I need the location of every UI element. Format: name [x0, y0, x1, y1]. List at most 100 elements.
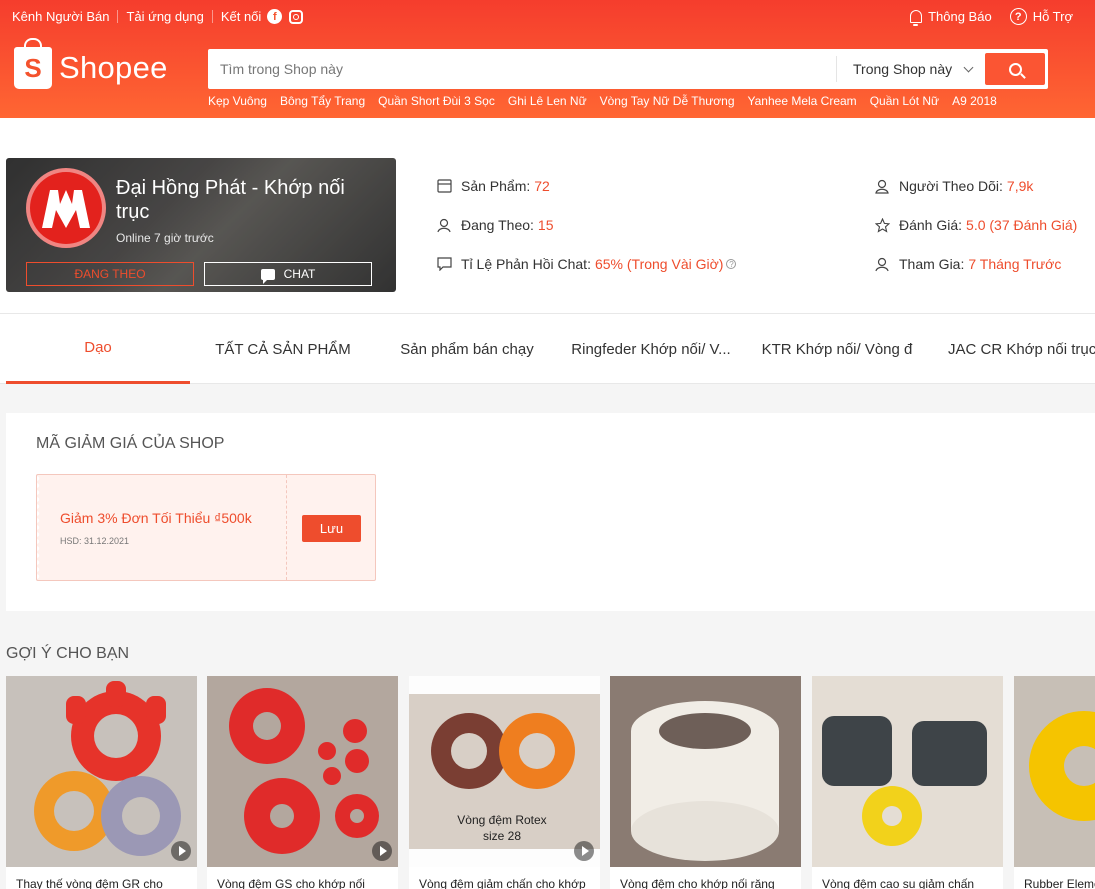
product-card[interactable]: Vòng đệm cao su giảm chấn [812, 676, 1003, 889]
stat-chat-response: Tỉ Lệ Phản Hồi Chat: 65% (Trong Vài Giờ)… [436, 256, 737, 272]
search-suggestions: Kẹp Vuông Bông Tẩy Trang Quần Short Đùi … [208, 94, 1010, 108]
tab-best-sellers[interactable]: Sản phẩm bán chạy [376, 314, 558, 384]
voucher-section-title: MÃ GIẢM GIÁ CỦA SHOP [36, 435, 225, 452]
play-video-icon[interactable] [574, 841, 594, 861]
shop-card: Đại Hồng Phát - Khớp nối trục Online 7 g… [6, 158, 396, 292]
product-name: Vòng đệm giảm chấn cho khớp [419, 877, 586, 889]
site-header: Kênh Người Bán Tải ứng dụng Kết nối f Th… [0, 0, 1095, 118]
app-download-link[interactable]: Tải ứng dụng [126, 9, 203, 24]
stat-value: 5.0 (37 Đánh Giá) [966, 217, 1078, 233]
stat-label: Đang Theo: [461, 217, 534, 233]
stat-following: Đang Theo: 15 [436, 217, 553, 233]
question-icon[interactable]: ? [726, 259, 737, 269]
tab-jac-cr[interactable]: JAC CR Khớp nối trục [930, 314, 1095, 384]
play-video-icon[interactable] [372, 841, 392, 861]
product-grid: Thay thế vòng đệm GR cho Vòng đệm GS cho… [6, 676, 1095, 889]
stat-value: 7,9k [1006, 178, 1034, 194]
help-icon: ? [1009, 8, 1027, 25]
bell-icon [910, 10, 923, 26]
search-bar: Trong Shop này [208, 49, 1048, 89]
shopee-logo[interactable]: S Shopee [14, 38, 168, 89]
shop-name: Đại Hồng Phát - Khớp nối trục [116, 177, 345, 223]
facebook-icon[interactable]: f [267, 9, 283, 24]
shop-logo-mark [42, 190, 90, 228]
search-scope-label: Trong Shop này [853, 61, 953, 77]
product-card[interactable]: Vòng đệm GS cho khớp nối [207, 676, 398, 889]
product-card[interactable]: Rubber Element [1014, 676, 1095, 889]
voucher-divider [286, 475, 287, 580]
product-image [610, 676, 801, 867]
stat-value: 7 Tháng Trước [968, 256, 1062, 272]
notifications-button[interactable]: Thông Báo [910, 9, 992, 26]
suggestion-link[interactable]: Vòng Tay Nữ Dễ Thương [600, 94, 735, 108]
product-image [812, 676, 1003, 867]
voucher-expiry: HSD: 31.12.2021 [60, 536, 130, 546]
suggestion-link[interactable]: Bông Tẩy Trang [280, 94, 365, 108]
tab-ktr[interactable]: KTR Khớp nối/ Vòng đ [744, 314, 930, 384]
chat-bubble-icon [436, 256, 452, 272]
suggestion-link[interactable]: Quần Lót Nữ [870, 94, 939, 108]
help-button[interactable]: ? Hỗ Trợ [1009, 8, 1073, 25]
notifications-label: Thông Báo [928, 9, 992, 24]
suggestion-link[interactable]: Yanhee Mela Cream [748, 94, 857, 108]
search-input[interactable] [220, 49, 820, 89]
product-name: Thay thế vòng đệm GR cho [16, 877, 163, 889]
search-button[interactable] [985, 53, 1045, 85]
instagram-icon[interactable] [289, 9, 304, 24]
logo-text: Shopee [59, 50, 168, 85]
star-icon [874, 217, 890, 233]
chat-icon [260, 268, 275, 284]
suggestion-link[interactable]: A9 2018 [952, 94, 997, 108]
product-image [207, 676, 398, 867]
shop-avatar[interactable] [26, 168, 106, 248]
stat-label: Tỉ Lệ Phản Hồi Chat: [461, 256, 591, 272]
product-name: Vòng đệm cao su giảm chấn [822, 877, 975, 889]
divider [117, 10, 119, 23]
stat-followers: Người Theo Dõi: 7,9k [874, 178, 1033, 194]
product-card[interactable]: Vòng đệm cho khớp nối răng [610, 676, 801, 889]
suggestion-link[interactable]: Kẹp Vuông [208, 94, 267, 108]
search-icon [1008, 62, 1022, 76]
store-icon [436, 178, 452, 194]
user-icon [436, 217, 452, 233]
stat-rating: Đánh Giá: 5.0 (37 Đánh Giá) [874, 217, 1077, 233]
product-image-caption: Vòng đệm Rotex size 28 [457, 813, 547, 843]
stat-label: Đánh Giá: [899, 217, 963, 233]
stat-joined: Tham Gia: 7 Tháng Trước [874, 256, 1061, 272]
user-icon [874, 256, 890, 272]
top-navbar-left: Kênh Người Bán Tải ứng dụng Kết nối f [12, 9, 304, 24]
product-card[interactable]: Vòng đệm Rotex size 28 Vòng đệm giảm chấn… [409, 676, 600, 889]
suggestion-link[interactable]: Ghi Lê Len Nữ [508, 94, 587, 108]
product-card[interactable]: Thay thế vòng đệm GR cho [6, 676, 197, 889]
stat-label: Sản Phẩm: [461, 178, 531, 194]
save-voucher-button[interactable]: Lưu [302, 515, 361, 542]
connect-label: Kết nối [220, 9, 262, 24]
product-name: Vòng đệm GS cho khớp nối [217, 877, 365, 889]
shop-online-status: Online 7 giờ trước [116, 231, 214, 245]
help-label: Hỗ Trợ [1032, 9, 1073, 24]
stat-products: Sản Phẩm: 72 [436, 178, 550, 194]
chat-button-label: CHAT [283, 267, 316, 281]
search-scope-dropdown[interactable]: Trong Shop này [836, 56, 983, 82]
product-name: Rubber Element [1024, 877, 1095, 889]
stat-label: Tham Gia: [899, 256, 965, 272]
chevron-down-icon [963, 62, 974, 72]
divider [211, 10, 213, 23]
following-button[interactable]: ĐANG THEO [26, 262, 194, 286]
stat-label: Người Theo Dõi: [899, 178, 1003, 194]
play-video-icon[interactable] [171, 841, 191, 861]
tab-ringfeder[interactable]: Ringfeder Khớp nối/ V... [558, 314, 744, 384]
product-image [1014, 676, 1095, 867]
stat-value: 15 [537, 217, 554, 233]
suggestion-link[interactable]: Quần Short Đùi 3 Sọc [378, 94, 495, 108]
voucher-text: Giảm 3% Đơn Tối Thiểu ₫500k [60, 510, 252, 526]
tab-all-products[interactable]: TẤT CẢ SẢN PHẨM [190, 314, 376, 384]
tab-browse[interactable]: Dạo [6, 314, 190, 384]
seller-channel-link[interactable]: Kênh Người Bán [12, 9, 109, 24]
product-image: Vòng đệm Rotex size 28 [409, 676, 600, 867]
voucher-section: MÃ GIẢM GIÁ CỦA SHOP Giảm 3% Đơn Tối Thi… [6, 413, 1095, 611]
chat-button[interactable]: CHAT [204, 262, 372, 286]
product-name: Vòng đệm cho khớp nối răng [620, 877, 775, 889]
shop-info-section: Đại Hồng Phát - Khớp nối trục Online 7 g… [0, 118, 1095, 314]
stat-value: 65% (Trong Vài Giờ) [594, 256, 724, 272]
